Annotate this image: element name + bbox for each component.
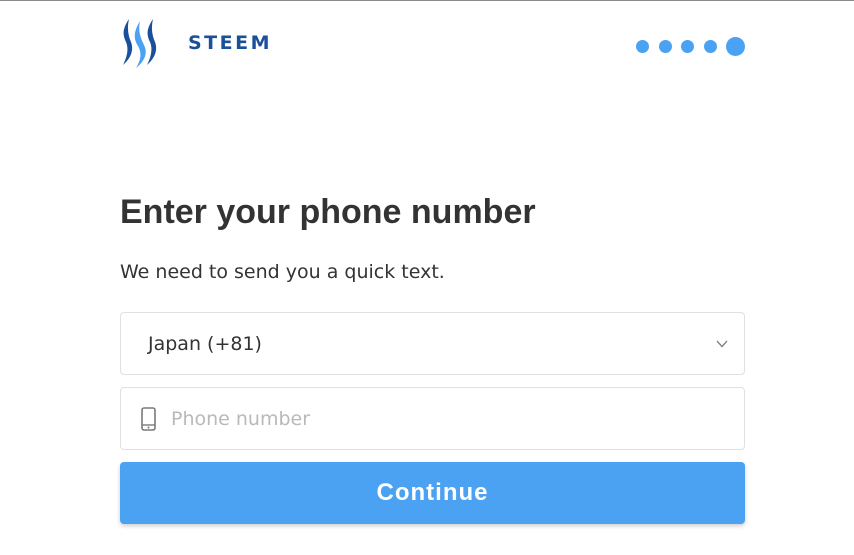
- phone-number-input[interactable]: [171, 398, 711, 439]
- continue-button[interactable]: Continue: [120, 462, 745, 524]
- step-indicator-5-current: [726, 37, 745, 56]
- mobile-phone-icon: [141, 406, 156, 431]
- step-indicator-2: [658, 40, 672, 53]
- country-select[interactable]: Japan (+81): [120, 312, 745, 375]
- brand-name: STEEM: [188, 32, 273, 54]
- step-indicator-3: [681, 40, 694, 53]
- step-indicator-4: [703, 40, 717, 53]
- country-select-value: Japan (+81): [148, 332, 262, 355]
- steem-logo[interactable]: STEEM: [120, 18, 272, 68]
- steem-logo-icon: [123, 19, 157, 68]
- chevron-down-icon: [716, 340, 728, 348]
- step-indicator-1: [636, 40, 649, 53]
- progress-steps: [627, 37, 745, 56]
- phone-number-field[interactable]: [120, 387, 745, 450]
- page-title: Enter your phone number: [120, 193, 536, 231]
- signup-page: STEEM Enter your phone number We need to…: [0, 0, 854, 555]
- page-subtitle: We need to send you a quick text.: [120, 261, 445, 283]
